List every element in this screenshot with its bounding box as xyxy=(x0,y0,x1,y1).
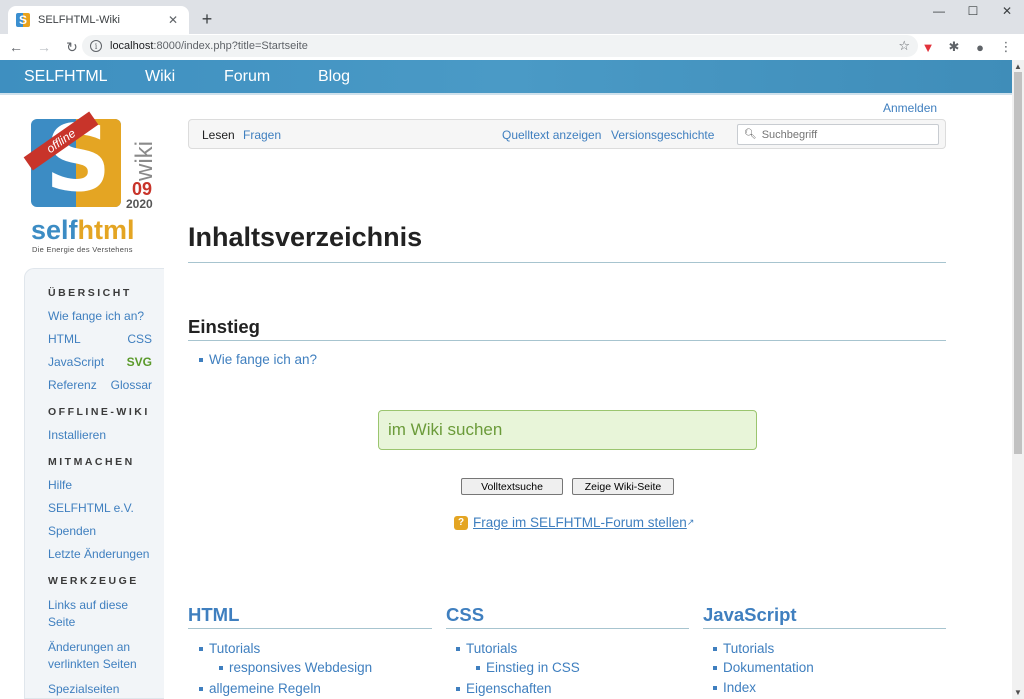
bookmark-star-icon[interactable]: ☆ xyxy=(898,38,910,54)
js-documentation-link[interactable]: Dokumentation xyxy=(713,660,814,675)
sidebar-item-aenderungen[interactable]: Letzte Änderungen xyxy=(48,547,152,561)
sidebar-heading: MITMACHEN xyxy=(48,456,135,468)
sidebar-item-spenden[interactable]: Spenden xyxy=(48,524,152,538)
browser-tab[interactable]: S SELFHTML-Wiki ✕ xyxy=(8,6,189,34)
page-scrollbar[interactable]: ▲ ▼ xyxy=(1012,60,1024,699)
html-rules-link[interactable]: allgemeine Regeln xyxy=(199,681,321,696)
sidebar-item-svg[interactable]: SVG xyxy=(127,355,152,369)
scroll-up-icon[interactable]: ▲ xyxy=(1014,62,1022,71)
sidebar-item-spezial[interactable]: Spezialseiten xyxy=(48,681,152,698)
tab-fragen[interactable]: Fragen xyxy=(243,128,281,142)
sidebar-heading: OFFLINE-WIKI xyxy=(48,406,150,418)
sidebar-item-css[interactable]: CSS xyxy=(127,332,152,346)
url-text: localhost:8000/index.php?title=Startseit… xyxy=(110,40,308,52)
browser-tabstrip: S SELFHTML-Wiki ✕ + — ☐ ✕ xyxy=(0,0,1024,34)
forward-icon[interactable]: → xyxy=(32,35,56,59)
tab-lesen[interactable]: Lesen xyxy=(202,128,235,142)
tab-title: SELFHTML-Wiki xyxy=(38,14,120,26)
einstieg-heading: Einstieg xyxy=(188,316,946,341)
sidebar-item-referenz[interactable]: Referenz xyxy=(48,378,97,392)
login-link[interactable]: Anmelden xyxy=(883,101,937,115)
einstieg-link[interactable]: Wie fange ich an? xyxy=(199,352,317,367)
window-close-icon[interactable]: ✕ xyxy=(990,0,1024,22)
javascript-heading[interactable]: JavaScript xyxy=(703,604,946,629)
sidebar-item-javascript[interactable]: JavaScript xyxy=(48,355,104,369)
browser-toolbar: ← → ↻ i localhost:8000/index.php?title=S… xyxy=(0,34,1024,60)
reload-icon[interactable]: ↻ xyxy=(60,35,84,59)
fulltext-search-button[interactable]: Volltextsuche xyxy=(461,478,563,495)
html-responsive-link[interactable]: responsives Webdesign xyxy=(219,660,372,675)
html-heading[interactable]: HTML xyxy=(188,604,432,629)
extension-icons: ▼ ✱ ● ⋮ xyxy=(918,37,1016,57)
sidebar-item-start[interactable]: Wie fange ich an? xyxy=(48,309,152,323)
sidebar-heading: WERKZEUGE xyxy=(48,575,139,587)
sidebar-section-mitmachen: MITMACHEN Hilfe SELFHTML e.V. Spenden Le… xyxy=(48,456,152,561)
logo-tagline: Die Energie des Verstehens xyxy=(32,245,133,254)
sidebar-section-offline: OFFLINE-WIKI Installieren xyxy=(48,406,152,442)
sidebar-item-installieren[interactable]: Installieren xyxy=(48,428,152,442)
scroll-down-icon[interactable]: ▼ xyxy=(1014,688,1022,697)
external-link-icon: ↗ xyxy=(686,517,695,527)
window-controls: — ☐ ✕ xyxy=(922,0,1024,22)
page-title: Inhaltsverzeichnis xyxy=(188,222,946,263)
nav-wiki[interactable]: Wiki xyxy=(145,68,175,86)
sidebar-section-uebersicht: ÜBERSICHT Wie fange ich an? HTML CSS Jav… xyxy=(48,287,152,392)
sidebar-item-verein[interactable]: SELFHTML e.V. xyxy=(48,501,152,515)
search-icon: 🔍︎ xyxy=(744,129,757,140)
new-tab-icon[interactable]: + xyxy=(197,9,217,30)
forum-question-link[interactable]: Frage im SELFHTML-Forum stellen xyxy=(473,515,687,530)
question-icon: ? xyxy=(454,515,468,530)
show-wiki-page-button[interactable]: Zeige Wiki-Seite xyxy=(572,478,674,495)
close-icon[interactable]: ✕ xyxy=(165,13,181,27)
minimize-icon[interactable]: — xyxy=(922,0,956,22)
logo-brand: selfhtml xyxy=(31,215,135,245)
search-box[interactable]: 🔍︎ xyxy=(737,124,939,145)
css-einstieg-link[interactable]: Einstieg in CSS xyxy=(476,660,580,675)
logo-year: 2020 xyxy=(126,197,153,211)
css-heading[interactable]: CSS xyxy=(446,604,689,629)
css-tutorials-link[interactable]: Tutorials xyxy=(456,641,517,656)
sidebar-item-links[interactable]: Links auf diese Seite xyxy=(48,597,152,631)
site-navigation: SELFHTML Wiki Forum Blog xyxy=(0,60,1012,95)
info-icon[interactable]: i xyxy=(90,40,102,52)
wiki-search-input[interactable] xyxy=(388,420,748,440)
css-properties-link[interactable]: Eigenschaften xyxy=(456,681,552,696)
html-tutorials-link[interactable]: Tutorials xyxy=(199,641,260,656)
account-icon[interactable]: ● xyxy=(970,37,990,57)
selfhtml-logo[interactable]: S offline wiki 09 2020 selfhtml Die Ener… xyxy=(23,111,158,254)
shield-icon[interactable]: ▼ xyxy=(918,37,938,57)
sidebar-item-verlinkt[interactable]: Änderungen an verlinkten Seiten xyxy=(48,639,152,673)
sidebar-section-werkzeuge: WERKZEUGE Links auf diese Seite Änderung… xyxy=(48,575,152,698)
sidebar: ÜBERSICHT Wie fange ich an? HTML CSS Jav… xyxy=(24,268,164,699)
page-tabs: Lesen Fragen Quelltext anzeigen Versions… xyxy=(188,119,946,149)
nav-selfhtml[interactable]: SELFHTML xyxy=(24,68,108,86)
tab-versionen[interactable]: Versionsgeschichte xyxy=(611,128,714,142)
tab-quelltext[interactable]: Quelltext anzeigen xyxy=(502,128,601,142)
nav-blog[interactable]: Blog xyxy=(318,68,350,86)
puzzle-icon[interactable]: ✱ xyxy=(944,37,964,57)
nav-forum[interactable]: Forum xyxy=(224,68,270,86)
address-bar[interactable]: i localhost:8000/index.php?title=Startse… xyxy=(82,35,918,57)
scrollbar-thumb[interactable] xyxy=(1014,72,1022,454)
search-input[interactable] xyxy=(761,128,932,141)
js-index-link[interactable]: Index xyxy=(713,680,756,695)
menu-dots-icon[interactable]: ⋮ xyxy=(996,37,1016,57)
maximize-icon[interactable]: ☐ xyxy=(956,0,990,22)
sidebar-item-hilfe[interactable]: Hilfe xyxy=(48,478,152,492)
sidebar-heading: ÜBERSICHT xyxy=(48,287,132,299)
back-icon[interactable]: ← xyxy=(4,35,28,59)
sidebar-item-html[interactable]: HTML xyxy=(48,332,81,346)
js-tutorials-link[interactable]: Tutorials xyxy=(713,641,774,656)
selfhtml-favicon-icon: S xyxy=(16,13,30,27)
wiki-search-box[interactable] xyxy=(378,410,757,450)
forum-question: ? Frage im SELFHTML-Forum stellen ↗ xyxy=(454,515,694,530)
sidebar-item-glossar[interactable]: Glossar xyxy=(111,378,152,392)
